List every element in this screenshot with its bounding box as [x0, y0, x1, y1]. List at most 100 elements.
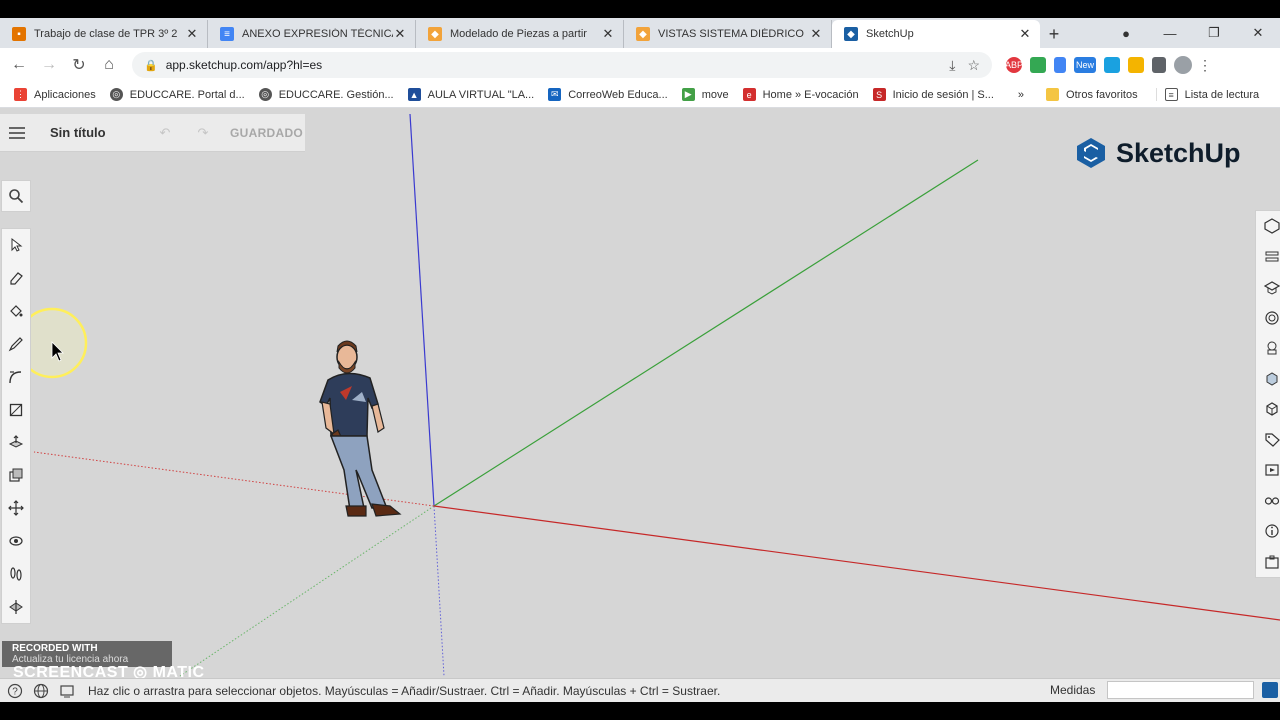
tab-classroom[interactable]: ▪ Trabajo de clase de TPR 3º 2 ✕ — [0, 20, 208, 48]
document-title[interactable]: Sin título — [50, 125, 146, 140]
close-icon[interactable]: ✕ — [393, 26, 407, 42]
redo-icon[interactable]: ↷ — [184, 125, 222, 141]
section-plane-icon — [9, 599, 23, 614]
offset-tool[interactable] — [2, 459, 30, 492]
avatar[interactable] — [1174, 56, 1192, 74]
install-icon[interactable]: ⤓ — [949, 57, 955, 74]
status-bar: ? Haz clic o arrastra para seleccionar o… — [0, 678, 1280, 702]
materials-panel-button[interactable] — [1256, 303, 1280, 334]
bookmark-educcare-portal[interactable]: ◎ EDUCCARE. Portal d... — [109, 88, 245, 101]
select-tool[interactable] — [2, 229, 30, 262]
search-button[interactable] — [1, 180, 31, 212]
section-plane-tool[interactable] — [2, 590, 30, 623]
bookmark-correoweb[interactable]: ✉ CorreoWeb Educa... — [548, 88, 668, 101]
classroom-icon: ▪ — [12, 27, 26, 41]
address-bar: ← → ↻ ⌂ 🔒 app.sketchup.com/app?hl=es ⤓ ☆… — [0, 48, 1280, 82]
walk-tool[interactable] — [2, 557, 30, 590]
bookmark-label: AULA VIRTUAL "LA... — [427, 88, 535, 101]
pencil-icon — [8, 337, 23, 352]
profile-icon[interactable]: ● — [1104, 26, 1148, 41]
forward-icon[interactable]: → — [34, 56, 64, 74]
tab-title: Modelado de Piezas a partir — [450, 28, 587, 40]
bookmark-label: CorreoWeb Educa... — [568, 88, 668, 101]
top-black-bar — [0, 0, 1280, 18]
hamburger-menu-icon[interactable] — [0, 126, 34, 139]
url-input[interactable]: 🔒 app.sketchup.com/app?hl=es ⤓ ☆ — [132, 52, 992, 78]
evocacion-icon: e — [742, 88, 756, 101]
home-icon[interactable]: ⌂ — [94, 56, 124, 74]
sketchup-icon: ◆ — [844, 27, 858, 41]
display-panel-button[interactable] — [1256, 486, 1280, 517]
restore-icon[interactable]: ❐ — [1192, 25, 1236, 41]
scenes-panel-button[interactable] — [1256, 425, 1280, 456]
bookmark-inicio-sesion[interactable]: S Inicio de sesión | S... — [872, 88, 994, 101]
star-icon[interactable]: ☆ — [967, 57, 980, 74]
bookmark-label: Aplicaciones — [34, 88, 96, 101]
saved-status: GUARDADO — [230, 125, 304, 140]
rectangle-tool[interactable] — [2, 393, 30, 426]
menu-dots-icon[interactable]: ⋮ — [1198, 57, 1212, 73]
drive-icon[interactable] — [1030, 57, 1046, 73]
push-pull-tool[interactable] — [2, 426, 30, 459]
close-icon[interactable]: ✕ — [185, 26, 199, 42]
svg-text:?: ? — [12, 686, 18, 697]
color-extension-icon[interactable] — [1128, 57, 1144, 73]
reading-list-button[interactable]: ≡ Lista de lectura — [1155, 88, 1259, 101]
eraser-tool[interactable] — [2, 262, 30, 295]
back-icon[interactable]: ← — [4, 56, 34, 74]
entity-info-panel-button[interactable] — [1256, 211, 1280, 242]
bookmarks-more-button[interactable]: » — [1018, 89, 1024, 101]
globe-icon[interactable] — [30, 682, 52, 700]
sun-panel-button[interactable] — [1256, 547, 1280, 578]
close-icon[interactable]: ✕ — [809, 26, 823, 42]
instructor-icon — [1265, 251, 1279, 262]
tab-anexo[interactable]: ≡ ANEXO EXPRESIÓN TÉCNICA ✕ — [208, 20, 416, 48]
pencil-tool[interactable] — [2, 327, 30, 360]
styles-panel-button[interactable] — [1256, 333, 1280, 364]
mail-icon: ✉ — [548, 88, 562, 101]
bookmark-apps[interactable]: ⋮ Aplicaciones — [14, 88, 96, 101]
sketchup-small-icon — [1262, 682, 1278, 698]
close-icon[interactable]: ✕ — [1018, 26, 1032, 42]
folder-icon — [1046, 88, 1060, 101]
tab-sketchup[interactable]: ◆ SketchUp ✕ — [832, 20, 1040, 48]
paint-bucket-tool[interactable] — [2, 295, 30, 328]
tab-vistas[interactable]: ◆ VISTAS SISTEMA DIÉDRICO ✕ — [624, 20, 832, 48]
reload-icon[interactable]: ↻ — [64, 55, 94, 75]
screen-icon[interactable] — [56, 682, 78, 700]
puzzle-icon[interactable] — [1152, 57, 1166, 73]
outliner-panel-button[interactable] — [1256, 394, 1280, 425]
measurements-input[interactable] — [1107, 681, 1254, 699]
bookmark-other-favorites[interactable]: Otros favoritos — [1046, 88, 1138, 101]
mic-icon[interactable] — [1054, 57, 1066, 73]
orbit-tool[interactable] — [2, 524, 30, 557]
move-tool[interactable] — [2, 492, 30, 525]
tab-title: VISTAS SISTEMA DIÉDRICO — [658, 28, 804, 40]
arc-tool[interactable] — [2, 360, 30, 393]
info-panel-button[interactable] — [1256, 516, 1280, 547]
screencast-icon[interactable] — [1104, 57, 1120, 73]
bookmark-educcare-gestion[interactable]: ◎ EDUCCARE. Gestión... — [258, 88, 394, 101]
minimize-icon[interactable]: — — [1148, 26, 1192, 41]
bookmark-evocacion[interactable]: e Home » E-vocación — [742, 88, 859, 101]
viewport-3d[interactable] — [0, 108, 1280, 678]
components-panel-button[interactable] — [1256, 272, 1280, 303]
tags-panel-button[interactable] — [1256, 455, 1280, 486]
tags-icon — [1265, 464, 1279, 476]
tab-title: Trabajo de clase de TPR 3º 2 — [34, 28, 178, 40]
bottom-black-bar — [0, 702, 1280, 720]
bookmark-aula-virtual[interactable]: ▲ AULA VIRTUAL "LA... — [407, 88, 535, 101]
bookmark-move[interactable]: ▶ move — [681, 88, 729, 101]
help-icon[interactable]: ? — [4, 682, 26, 700]
undo-icon[interactable]: ↶ — [146, 125, 184, 141]
adblock-icon[interactable]: ABP — [1005, 57, 1023, 73]
new-tab-button[interactable]: + — [1040, 20, 1068, 48]
close-window-icon[interactable]: ✕ — [1236, 25, 1280, 41]
layers-panel-button[interactable] — [1256, 364, 1280, 395]
new-extension-icon[interactable]: New — [1074, 57, 1096, 73]
close-icon[interactable]: ✕ — [601, 26, 615, 42]
instructor-panel-button[interactable] — [1256, 242, 1280, 273]
styles-icon — [1267, 341, 1277, 355]
select-icon — [11, 238, 23, 253]
tab-modelado[interactable]: ◆ Modelado de Piezas a partir ✕ — [416, 20, 624, 48]
